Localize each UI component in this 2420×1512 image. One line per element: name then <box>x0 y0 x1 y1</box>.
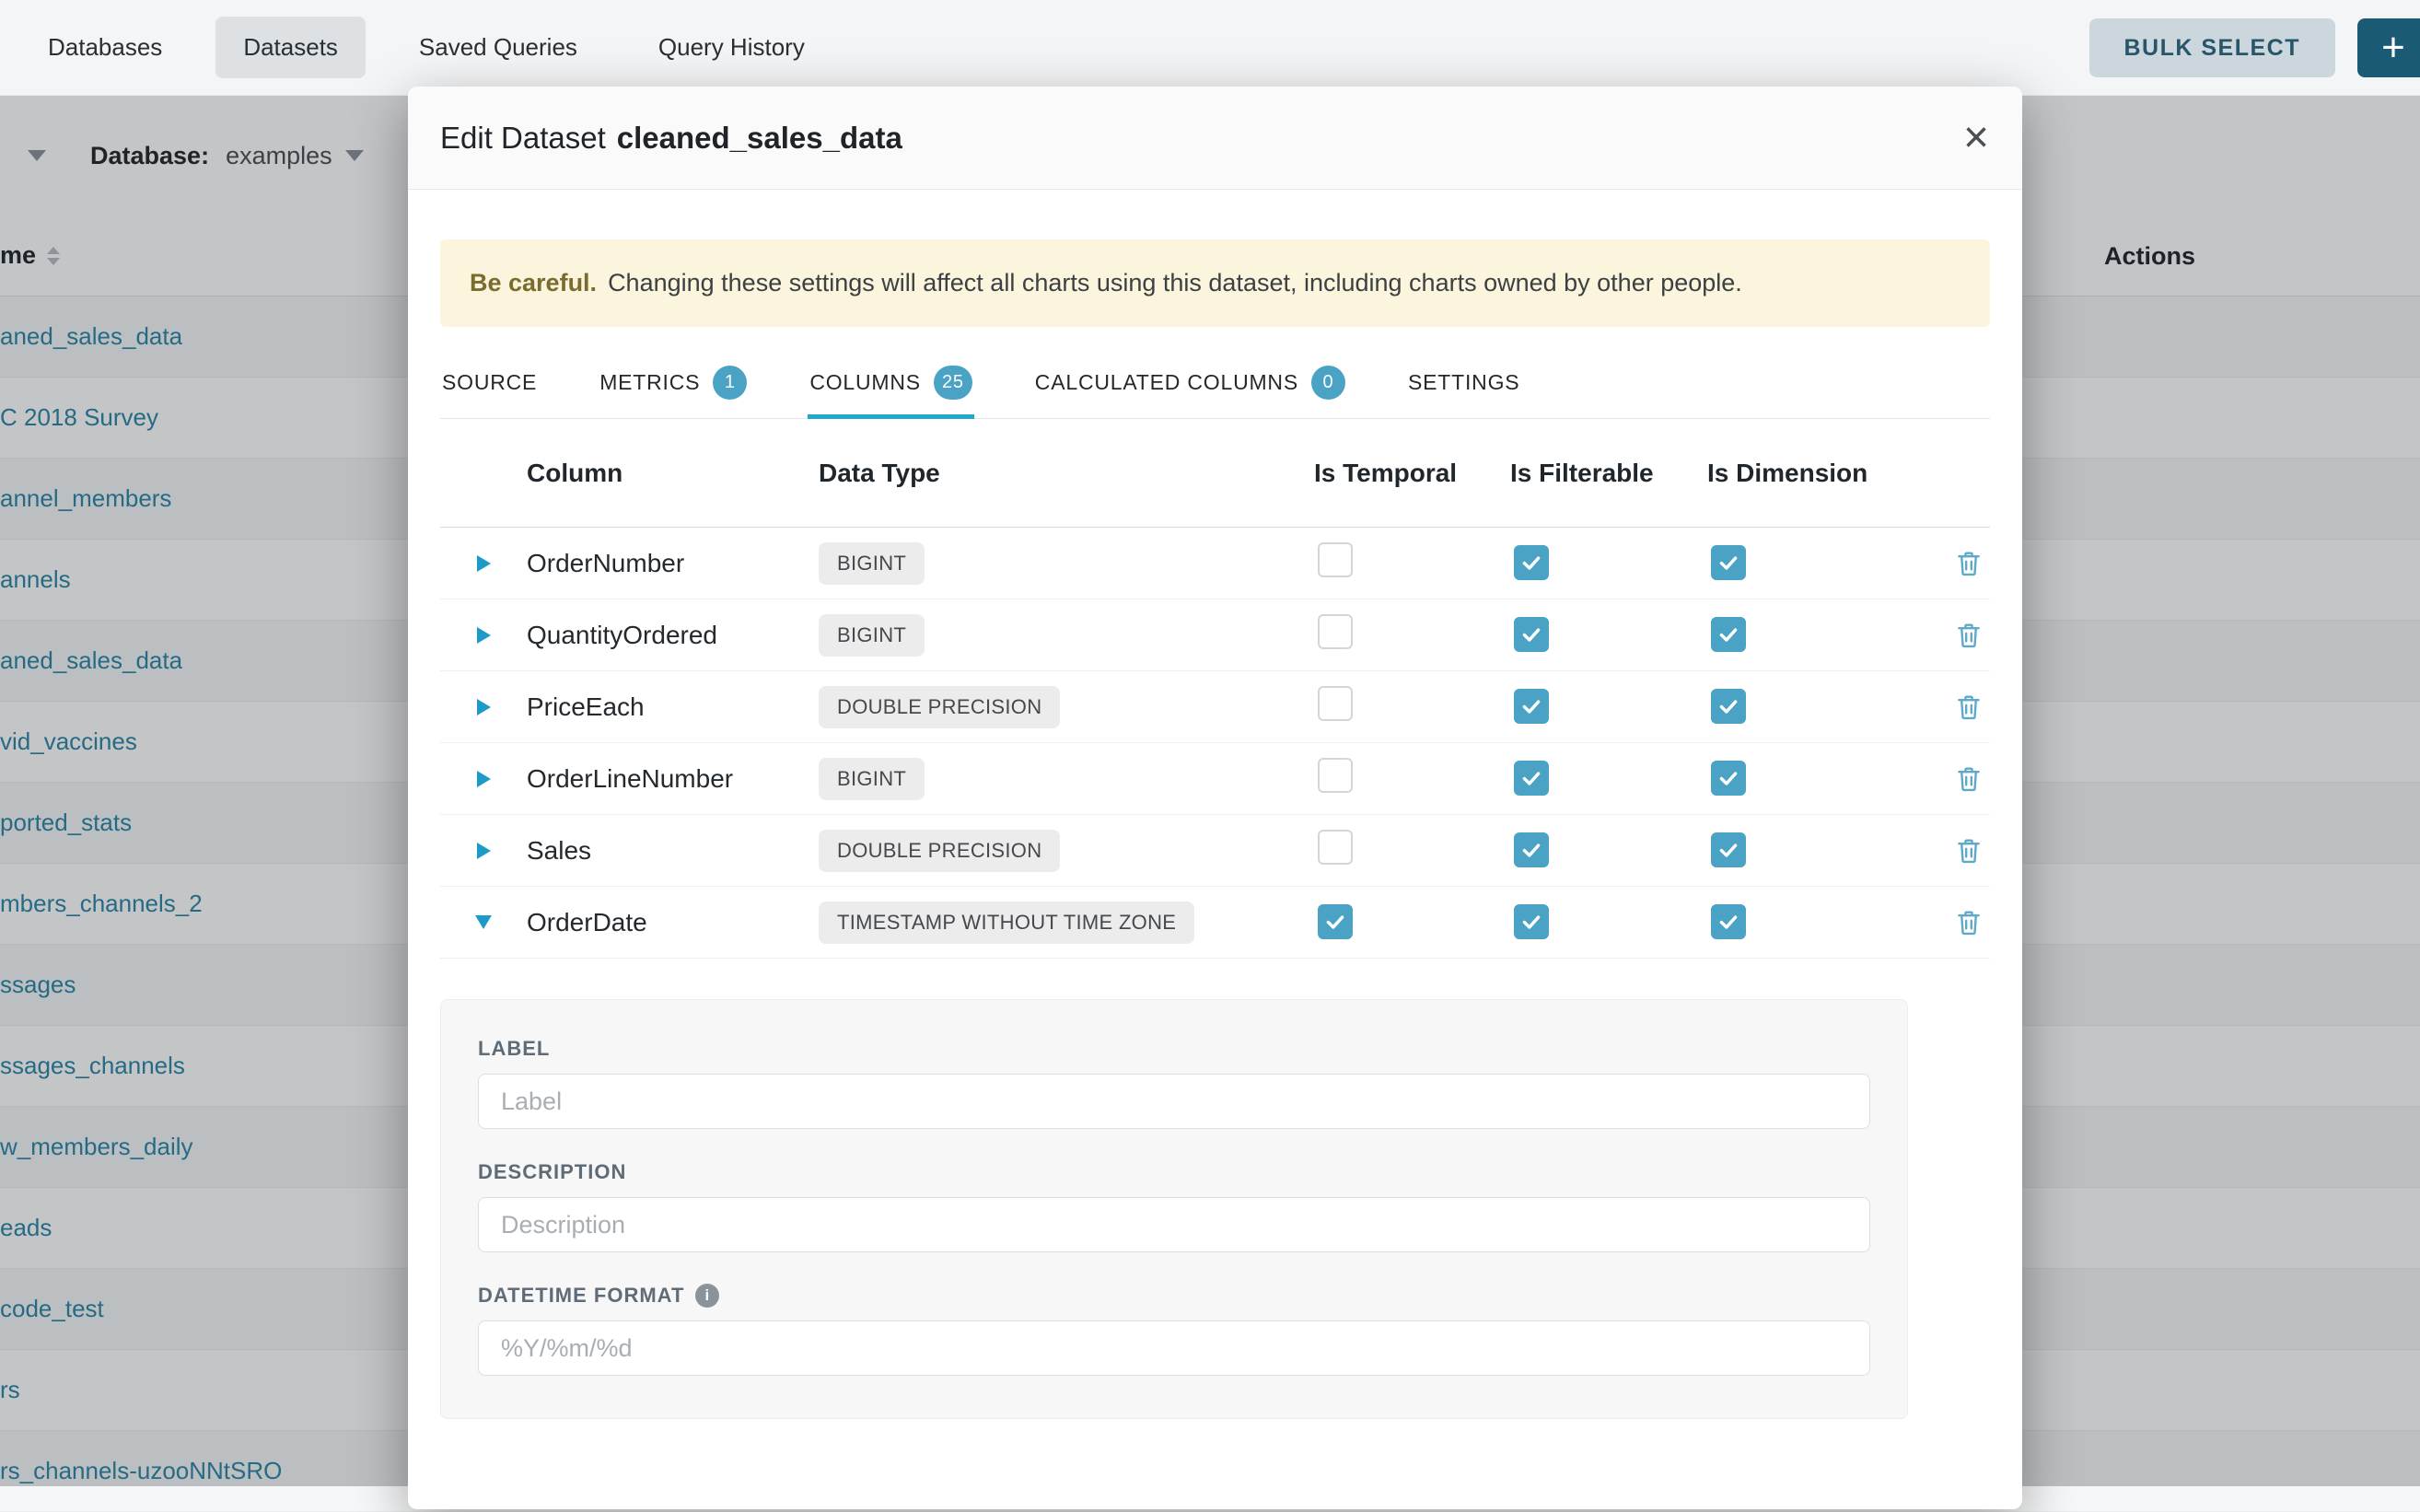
datetime-format-field-label: DATETIME FORMAT i <box>478 1284 1870 1308</box>
is-temporal-checkbox[interactable] <box>1318 542 1353 577</box>
is-temporal-checkbox[interactable] <box>1318 614 1353 649</box>
column-name: QuantityOrdered <box>527 621 819 650</box>
modal-title-dataset-name: cleaned_sales_data <box>617 121 902 155</box>
is-dimension-checkbox[interactable] <box>1711 761 1746 796</box>
is-filterable-checkbox[interactable] <box>1514 832 1549 867</box>
is-dimension-checkbox[interactable] <box>1711 904 1746 939</box>
data-type-pill: TIMESTAMP WITHOUT TIME ZONE <box>819 901 1194 944</box>
is-filterable-checkbox[interactable] <box>1514 689 1549 724</box>
is-temporal-header: Is Temporal <box>1314 459 1510 488</box>
is-filterable-checkbox[interactable] <box>1514 904 1549 939</box>
column-name: Sales <box>527 836 819 866</box>
data-type-header: Data Type <box>819 459 1314 488</box>
warning-banner: Be careful. Changing these settings will… <box>440 239 1990 327</box>
nav-tab-databases[interactable]: Databases <box>20 17 190 78</box>
top-nav: Databases Datasets Saved Queries Query H… <box>0 0 2420 96</box>
modal-title-prefix: Edit Dataset <box>440 121 606 155</box>
expand-caret-icon[interactable] <box>477 699 491 715</box>
description-input[interactable] <box>478 1197 1870 1252</box>
tab-label: METRICS <box>599 370 700 395</box>
tab-label: SETTINGS <box>1408 370 1519 395</box>
modal-body: Be careful. Changing these settings will… <box>408 239 2022 1419</box>
is-dimension-checkbox[interactable] <box>1711 617 1746 652</box>
bulk-select-button[interactable]: BULK SELECT <box>2089 18 2336 77</box>
table-row: Sales DOUBLE PRECISION <box>440 815 1990 887</box>
is-dimension-checkbox[interactable] <box>1711 832 1746 867</box>
modal-tabs: SOURCE METRICS 1 COLUMNS 25 CALCULATED C… <box>440 353 1990 419</box>
is-dimension-checkbox[interactable] <box>1711 689 1746 724</box>
nav-tab-datasets[interactable]: Datasets <box>215 17 366 78</box>
is-temporal-checkbox[interactable] <box>1318 830 1353 865</box>
datetime-format-input[interactable] <box>478 1320 1870 1376</box>
data-type-pill: BIGINT <box>819 758 925 800</box>
expand-caret-icon[interactable] <box>477 771 491 787</box>
delete-column-icon[interactable] <box>1953 548 1984 579</box>
data-type-pill: BIGINT <box>819 614 925 657</box>
tab-columns[interactable]: COLUMNS 25 <box>808 353 973 418</box>
data-type-pill: BIGINT <box>819 542 925 585</box>
tab-source[interactable]: SOURCE <box>440 353 539 418</box>
is-temporal-checkbox[interactable] <box>1318 686 1353 721</box>
table-row-expanded: OrderDate TIMESTAMP WITHOUT TIME ZONE <box>440 887 1990 959</box>
columns-table-header: Column Data Type Is Temporal Is Filterab… <box>440 419 1990 528</box>
label-text: LABEL <box>478 1037 550 1061</box>
is-dimension-header: Is Dimension <box>1707 459 1904 488</box>
expand-caret-icon[interactable] <box>477 555 491 572</box>
modal-title: Edit Dataset cleaned_sales_data <box>440 121 902 156</box>
calculated-columns-count-badge: 0 <box>1311 366 1345 400</box>
is-filterable-header: Is Filterable <box>1510 459 1707 488</box>
column-name: OrderNumber <box>527 549 819 578</box>
column-name: OrderLineNumber <box>527 764 819 794</box>
description-field-label: DESCRIPTION <box>478 1160 1870 1184</box>
expand-caret-icon[interactable] <box>477 843 491 859</box>
add-dataset-button[interactable]: + <box>2357 18 2420 77</box>
modal-header: Edit Dataset cleaned_sales_data × <box>408 87 2022 190</box>
edit-dataset-modal: Edit Dataset cleaned_sales_data × Be care… <box>408 87 2022 1509</box>
label-input[interactable] <box>478 1074 1870 1129</box>
is-dimension-checkbox[interactable] <box>1711 545 1746 580</box>
columns-count-badge: 25 <box>934 366 972 400</box>
nav-tab-saved-queries[interactable]: Saved Queries <box>391 17 605 78</box>
delete-column-icon[interactable] <box>1953 907 1984 938</box>
label-field-label: LABEL <box>478 1037 1870 1061</box>
column-name: PriceEach <box>527 692 819 722</box>
tab-label: COLUMNS <box>809 370 921 395</box>
tab-label: SOURCE <box>442 370 537 395</box>
expand-caret-icon[interactable] <box>477 627 491 644</box>
is-filterable-checkbox[interactable] <box>1514 545 1549 580</box>
tab-calculated-columns[interactable]: CALCULATED COLUMNS 0 <box>1033 353 1347 418</box>
is-temporal-checkbox[interactable] <box>1318 904 1353 939</box>
label-text: DATETIME FORMAT <box>478 1284 684 1308</box>
delete-column-icon[interactable] <box>1953 835 1984 866</box>
tab-label: CALCULATED COLUMNS <box>1035 370 1298 395</box>
table-row: OrderLineNumber BIGINT <box>440 743 1990 815</box>
table-row: OrderNumber BIGINT <box>440 528 1990 599</box>
data-type-pill: DOUBLE PRECISION <box>819 830 1060 872</box>
delete-column-icon[interactable] <box>1953 620 1984 651</box>
is-filterable-checkbox[interactable] <box>1514 761 1549 796</box>
tab-settings[interactable]: SETTINGS <box>1406 353 1521 418</box>
metrics-count-badge: 1 <box>713 366 747 400</box>
collapse-caret-icon[interactable] <box>475 915 492 929</box>
nav-tab-query-history[interactable]: Query History <box>631 17 832 78</box>
delete-column-icon[interactable] <box>1953 692 1984 723</box>
warning-text: Changing these settings will affect all … <box>608 269 1742 297</box>
table-row: QuantityOrdered BIGINT <box>440 599 1990 671</box>
data-type-pill: DOUBLE PRECISION <box>819 686 1060 728</box>
close-icon[interactable]: × <box>1963 116 1989 160</box>
tab-metrics[interactable]: METRICS 1 <box>598 353 749 418</box>
warning-bold-text: Be careful. <box>470 269 597 297</box>
info-icon[interactable]: i <box>695 1284 719 1308</box>
column-name: OrderDate <box>527 908 819 937</box>
column-detail-panel: LABEL DESCRIPTION DATETIME FORMAT i <box>440 999 1908 1419</box>
delete-column-icon[interactable] <box>1953 763 1984 795</box>
table-row: PriceEach DOUBLE PRECISION <box>440 671 1990 743</box>
is-temporal-checkbox[interactable] <box>1318 758 1353 793</box>
label-text: DESCRIPTION <box>478 1160 626 1184</box>
column-header: Column <box>527 459 819 488</box>
is-filterable-checkbox[interactable] <box>1514 617 1549 652</box>
